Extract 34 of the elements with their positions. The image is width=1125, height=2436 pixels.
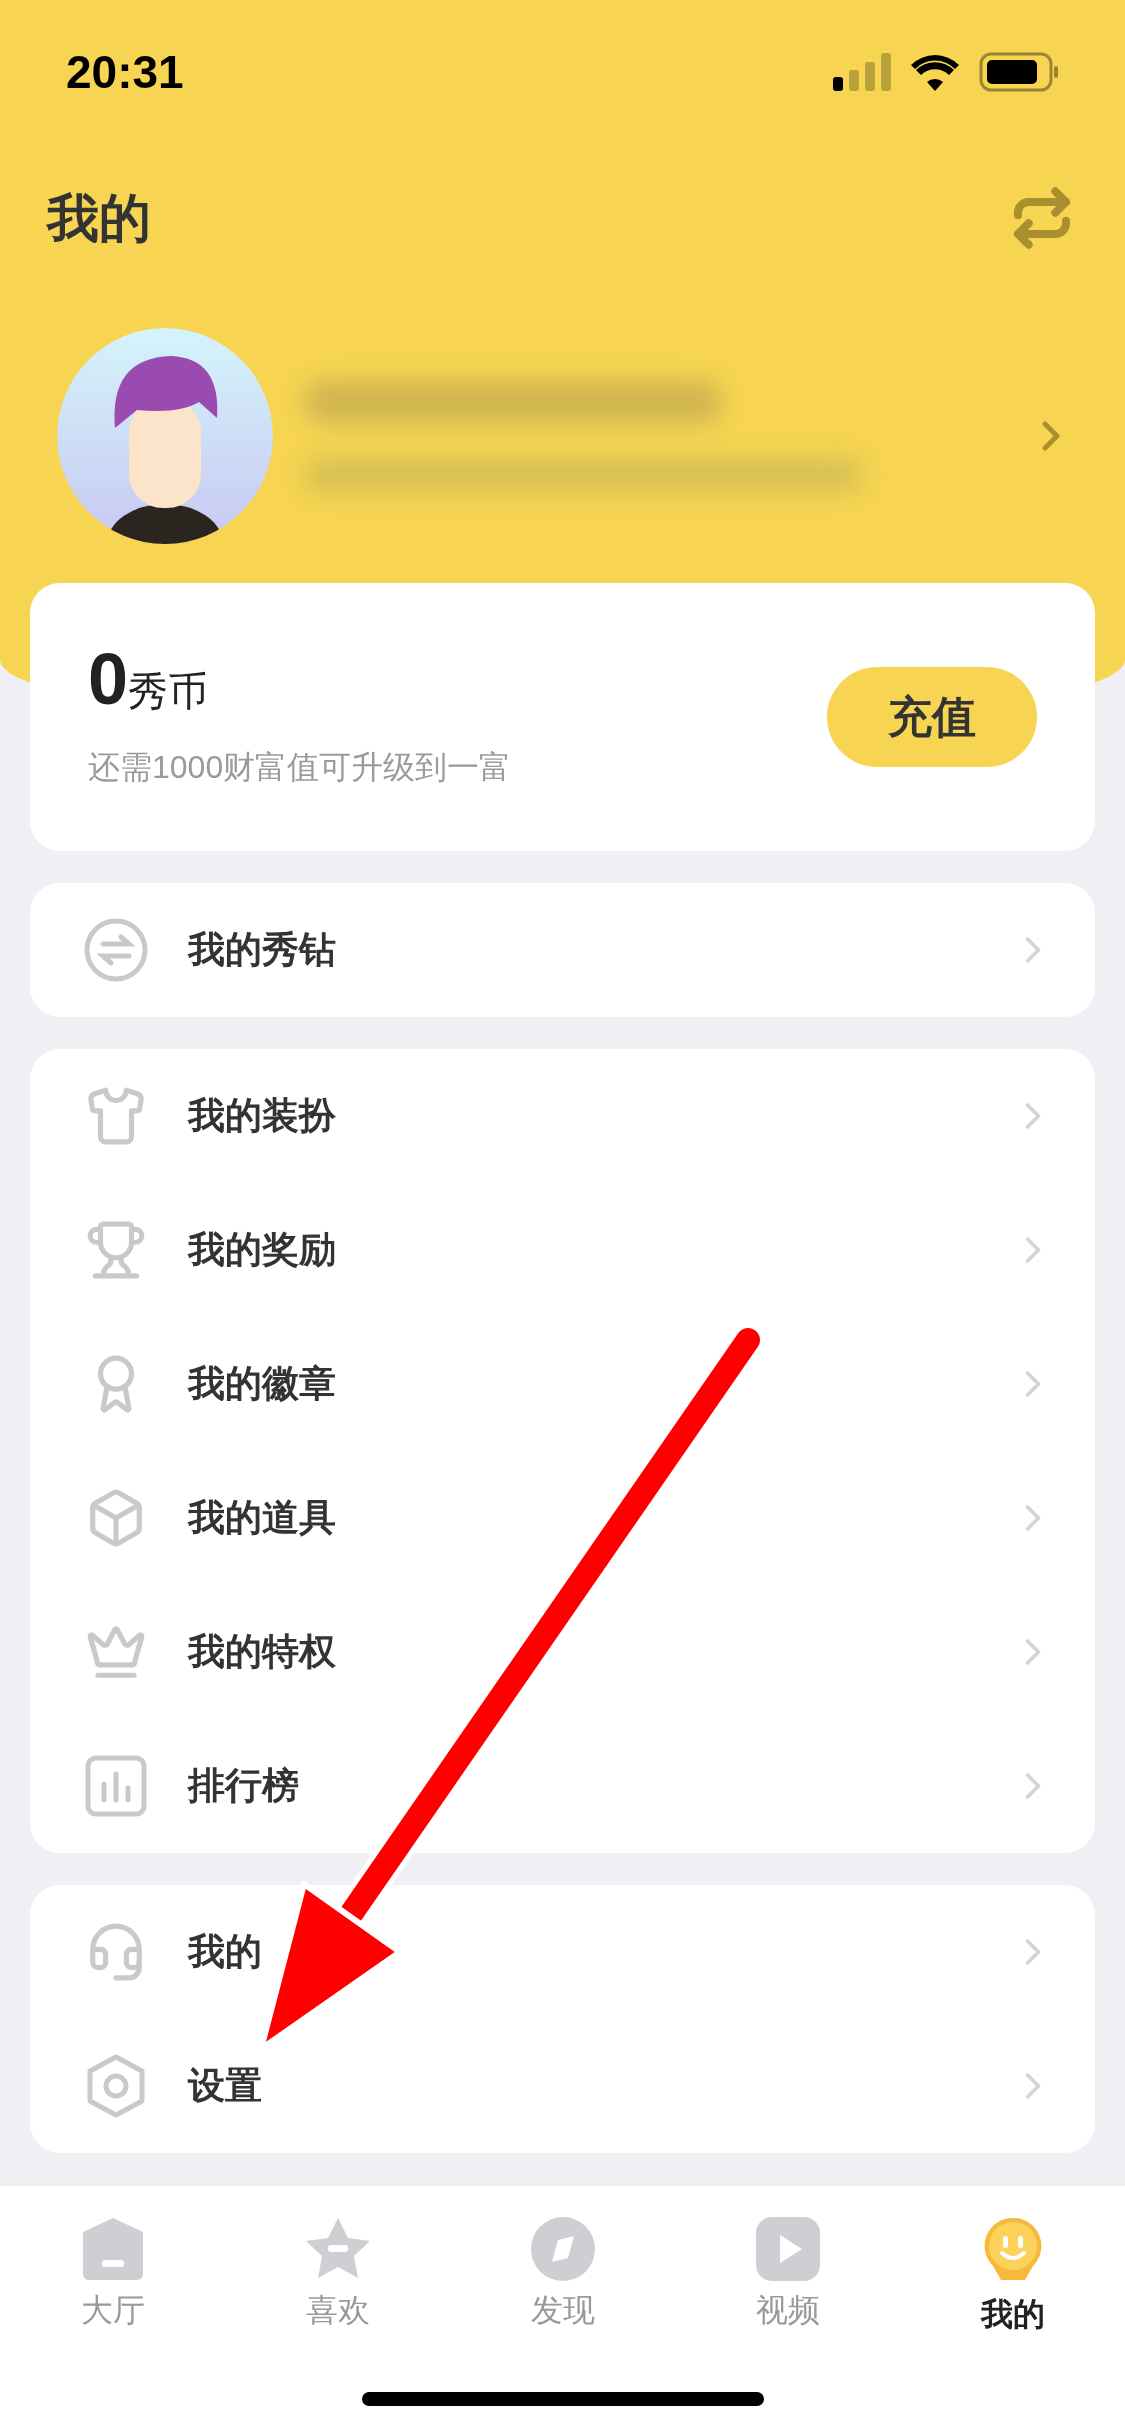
compass-icon xyxy=(529,2216,596,2282)
exchange-icon xyxy=(83,917,149,983)
menu-label: 我的秀钻 xyxy=(188,928,337,973)
wifi-icon xyxy=(909,53,961,91)
page-title: 我的 xyxy=(47,188,151,249)
menu-item[interactable]: 我的装扮 xyxy=(30,1049,1095,1183)
wealth-hint: 还需1000财富值可升级到一富 xyxy=(88,748,512,787)
menu-label: 我的道具 xyxy=(188,1496,337,1541)
menu-item[interactable]: 设置 xyxy=(30,2019,1095,2153)
menu-label: 设置 xyxy=(188,2064,263,2109)
battery-icon xyxy=(979,52,1059,92)
coin-unit: 秀币 xyxy=(128,671,209,711)
recharge-button[interactable]: 充值 xyxy=(827,667,1037,767)
menu-label: 我的 xyxy=(188,1930,263,1975)
menu-item[interactable]: 我的秀钻 xyxy=(30,883,1095,1017)
signal-icon xyxy=(833,53,891,91)
menu-item[interactable]: 我的 xyxy=(30,1885,1095,2019)
shirt-icon xyxy=(85,1085,147,1147)
status-time: 20:31 xyxy=(66,44,184,100)
menu-label: 我的徽章 xyxy=(188,1362,337,1407)
menu-item[interactable]: 排行榜 xyxy=(30,1719,1095,1853)
menu-label: 排行榜 xyxy=(188,1764,300,1809)
coin-amount: 0 xyxy=(88,643,129,715)
menu-item[interactable]: 我的徽章 xyxy=(30,1317,1095,1451)
menu-label: 我的特权 xyxy=(188,1630,337,1675)
menu-label: 我的装扮 xyxy=(188,1094,337,1139)
play-icon xyxy=(754,2216,821,2282)
menu-item[interactable]: 我的奖励 xyxy=(30,1183,1095,1317)
menu-item[interactable]: 我的道具 xyxy=(30,1451,1095,1585)
menu-label: 我的奖励 xyxy=(188,1228,337,1273)
trophy-icon xyxy=(85,1219,147,1281)
chart-icon xyxy=(84,1754,148,1818)
menu-item[interactable]: 我的特权 xyxy=(30,1585,1095,1719)
tab[interactable]: 我的 xyxy=(900,2216,1125,2338)
